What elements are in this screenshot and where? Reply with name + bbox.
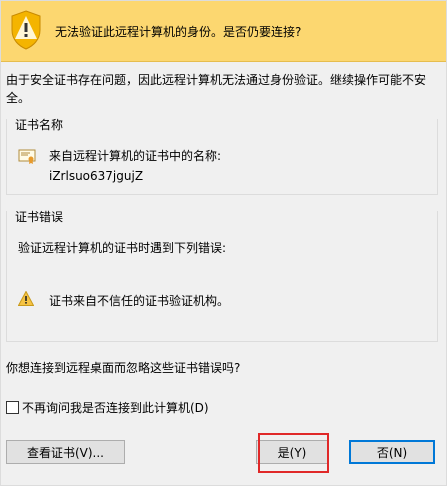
rdp-certificate-dialog: 无法验证此远程计算机的身份。是否仍要连接? 由于安全证书存在问题，因此远程计算机… — [0, 0, 447, 486]
warning-icon — [18, 291, 34, 306]
checkbox-label: 不再询问我是否连接到此计算机(D) — [22, 400, 209, 415]
no-button[interactable]: 否(N) — [349, 440, 435, 464]
cert-name-label: 来自远程计算机的证书中的名称: — [49, 149, 222, 163]
question-text: 你想连接到远程桌面而忽略这些证书错误吗? — [6, 361, 241, 375]
cert-error-group-title: 证书错误 — [14, 210, 65, 224]
cert-error-label: 验证远程计算机的证书时遇到下列错误: — [18, 241, 227, 255]
checkbox-box[interactable] — [6, 400, 19, 414]
certificate-icon — [18, 149, 36, 164]
warning-shield-icon — [11, 10, 41, 50]
header-title: 无法验证此远程计算机的身份。是否仍要连接? — [55, 25, 302, 39]
cert-name-value: iZrlsuo637jgujZ — [49, 169, 144, 183]
view-certificate-button[interactable]: 查看证书(V)... — [6, 440, 125, 464]
dont-ask-again-checkbox[interactable]: 不再询问我是否连接到此计算机(D) — [6, 399, 209, 415]
intro-text: 由于安全证书存在问题，因此远程计算机无法通过身份验证。继续操作可能不安全。 — [6, 73, 427, 105]
cert-error-group: 证书错误 — [6, 210, 438, 342]
cert-name-group-title: 证书名称 — [14, 118, 65, 132]
warning-header: 无法验证此远程计算机的身份。是否仍要连接? — [1, 1, 446, 62]
highlight-box — [258, 433, 329, 473]
cert-error-text: 证书来自不信任的证书验证机构。 — [49, 294, 230, 308]
